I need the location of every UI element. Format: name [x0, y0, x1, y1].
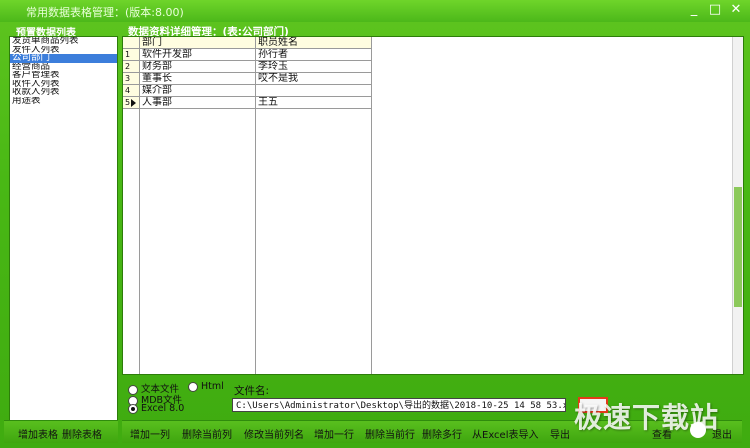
preset-list-panel: 预置数据列表 发货单商品列表 发件人列表 公司部门 经营商品 客户管理表 收件人…	[4, 24, 118, 422]
add-column-button[interactable]: 增加一列	[130, 426, 170, 441]
list-item[interactable]: 客户管理表	[10, 71, 117, 80]
list-item[interactable]: 收款人列表	[10, 88, 117, 97]
delete-column-button[interactable]: 删除当前列	[182, 426, 232, 441]
table-cell[interactable]: 王五	[256, 97, 372, 109]
column-header-name[interactable]: 职员姓名	[256, 37, 372, 49]
current-row-pointer-icon	[131, 98, 137, 107]
radio-label: Html	[201, 381, 224, 392]
list-item-selected[interactable]: 公司部门	[10, 54, 117, 63]
row-number[interactable]: 2	[123, 61, 140, 73]
radio-excel[interactable]: Excel 8.0	[128, 403, 184, 414]
table-cell[interactable]	[256, 85, 372, 97]
import-excel-button[interactable]: 从Excel表导入	[472, 426, 539, 441]
list-item[interactable]: 发件人列表	[10, 46, 117, 55]
row-number-label: 5	[125, 98, 131, 107]
add-table-button[interactable]: 增加表格	[18, 426, 58, 441]
row-number[interactable]: 3	[123, 73, 140, 85]
preset-list[interactable]: 发货单商品列表 发件人列表 公司部门 经营商品 客户管理表 收件人列表 收款人列…	[9, 36, 118, 422]
list-item[interactable]: 发货单商品列表	[10, 37, 117, 46]
window-title: 常用数据表格管理：(版本:8.00)	[26, 6, 184, 19]
title-bar: 常用数据表格管理：(版本:8.00) _ □ ✕	[0, 0, 750, 22]
table-cell[interactable]: 人事部	[140, 97, 256, 109]
minimize-icon[interactable]: _	[684, 2, 704, 18]
table-cell[interactable]: 财务部	[140, 61, 256, 73]
filename-label: 文件名:	[234, 385, 270, 397]
grid-scrollbar[interactable]	[732, 37, 743, 374]
list-item[interactable]: 收件人列表	[10, 80, 117, 89]
table-cell[interactable]: 孙行者	[256, 49, 372, 61]
scrollbar-thumb[interactable]	[734, 187, 742, 307]
table-cell[interactable]: 媒介部	[140, 85, 256, 97]
table-cell[interactable]: 哎不是我	[256, 73, 372, 85]
table-cell[interactable]: 李玲玉	[256, 61, 372, 73]
data-grid[interactable]: 部门 职员姓名 1 软件开发部 孙行者 2 财务部 李玲玉 3 董事长 哎不是我…	[122, 36, 744, 375]
app-window: 常用数据表格管理：(版本:8.00) _ □ ✕ 预置数据列表 发货单商品列表 …	[0, 0, 750, 448]
watermark-logo-icon	[690, 422, 706, 438]
row-number[interactable]: 4	[123, 85, 140, 97]
table-cell[interactable]: 软件开发部	[140, 49, 256, 61]
close-icon[interactable]: ✕	[726, 2, 746, 18]
rename-column-button[interactable]: 修改当前列名	[244, 426, 304, 441]
list-item[interactable]: 经营商品	[10, 63, 117, 72]
filename-input[interactable]: C:\Users\Administrator\Desktop\导出的数据\201…	[232, 398, 566, 412]
maximize-icon[interactable]: □	[705, 2, 725, 18]
delete-multiple-rows-button[interactable]: 删除多行	[422, 426, 462, 441]
delete-row-button[interactable]: 删除当前行	[365, 426, 415, 441]
delete-table-button[interactable]: 删除表格	[62, 426, 102, 441]
row-number-current[interactable]: 5	[123, 97, 140, 109]
radio-icon-selected	[128, 403, 138, 414]
radio-html[interactable]: Html	[188, 381, 224, 392]
radio-icon	[188, 381, 198, 392]
radio-label: Excel 8.0	[141, 403, 185, 414]
list-item[interactable]: 用途表	[10, 97, 117, 106]
row-number[interactable]: 1	[123, 49, 140, 61]
export-button[interactable]: 导出	[550, 426, 570, 441]
grid-corner	[123, 37, 140, 49]
table-cell[interactable]: 董事长	[140, 73, 256, 85]
column-header-dept[interactable]: 部门	[140, 37, 256, 49]
left-button-bar: 增加表格 删除表格	[4, 420, 118, 443]
add-row-button[interactable]: 增加一行	[314, 426, 354, 441]
